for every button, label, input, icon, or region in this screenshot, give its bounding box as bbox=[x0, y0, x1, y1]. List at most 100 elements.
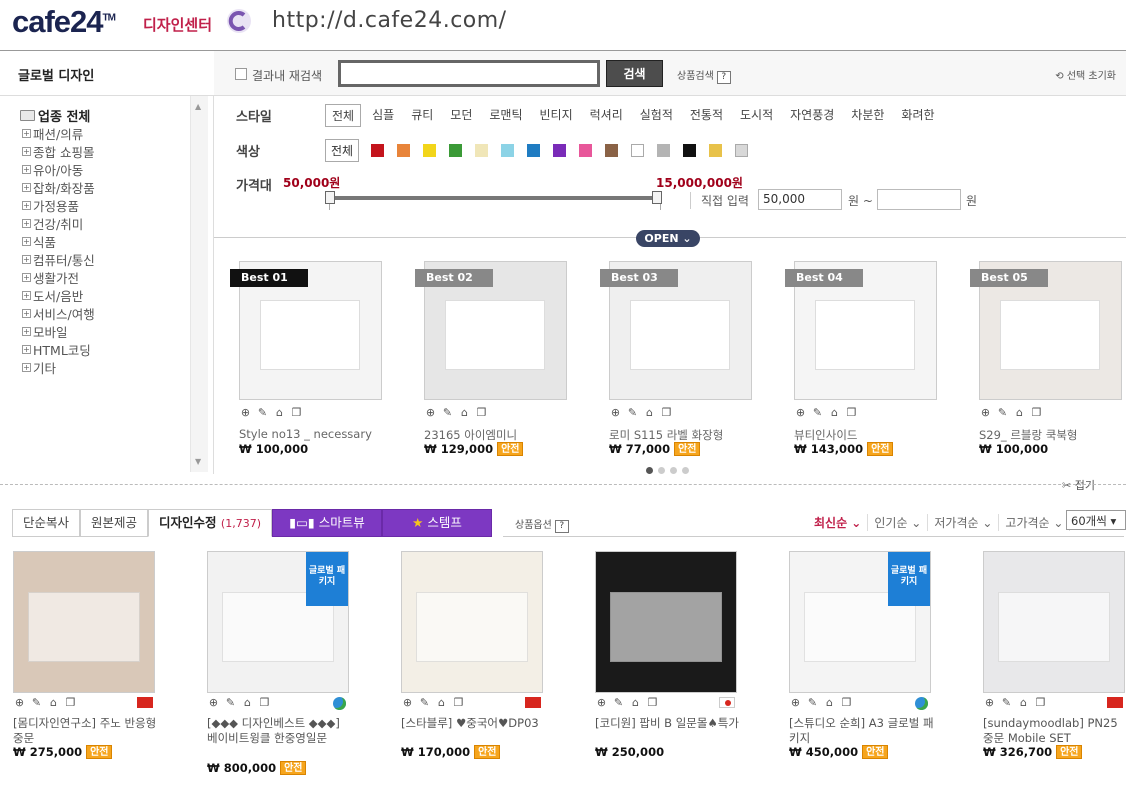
scroll-down-icon[interactable]: ▼ bbox=[195, 457, 201, 466]
color-swatch[interactable] bbox=[397, 144, 411, 157]
sort-option[interactable]: 최신순 ⌄ bbox=[808, 514, 869, 531]
copy-icon[interactable]: ❐ bbox=[1030, 407, 1043, 419]
color-swatch[interactable] bbox=[501, 144, 515, 157]
carousel-dot[interactable] bbox=[658, 467, 665, 474]
fold-button[interactable]: ✂ 접기 bbox=[1062, 477, 1095, 493]
expand-plus-icon[interactable]: + bbox=[22, 290, 31, 300]
color-swatch[interactable] bbox=[631, 144, 645, 157]
home-icon[interactable]: ⌂ bbox=[828, 407, 841, 419]
home-icon[interactable]: ⌂ bbox=[47, 697, 60, 709]
price-min-input[interactable]: 50,000 bbox=[758, 189, 842, 210]
home-icon[interactable]: ⌂ bbox=[458, 407, 471, 419]
product-thumbnail[interactable] bbox=[13, 551, 155, 693]
site-url[interactable]: http://d.cafe24.com/ bbox=[272, 8, 507, 33]
home-icon[interactable]: ⌂ bbox=[241, 697, 254, 709]
tab-original[interactable]: 원본제공 bbox=[80, 509, 149, 537]
category-item[interactable]: + 패션/의류 bbox=[22, 124, 190, 142]
style-option[interactable]: 실험적 bbox=[634, 104, 679, 127]
category-root[interactable]: 업종 전체 bbox=[20, 106, 190, 125]
sort-option[interactable]: 인기순 ⌄ bbox=[868, 514, 929, 531]
tab-simple-copy[interactable]: 단순복사 bbox=[12, 509, 81, 537]
zoom-icon[interactable]: ⊕ bbox=[789, 697, 802, 709]
category-item[interactable]: + 서비스/여행 bbox=[22, 304, 190, 322]
best-name[interactable]: 로미 S115 라벨 화장형 bbox=[609, 427, 723, 443]
price-max-input[interactable] bbox=[877, 189, 961, 210]
zoom-icon[interactable]: ⊕ bbox=[239, 407, 252, 419]
color-swatch[interactable] bbox=[423, 144, 437, 157]
help-icon[interactable]: ? bbox=[716, 71, 731, 84]
color-swatch[interactable] bbox=[683, 144, 697, 157]
expand-plus-icon[interactable]: + bbox=[22, 326, 31, 336]
style-option[interactable]: 빈티지 bbox=[534, 104, 579, 127]
category-item[interactable]: + 도서/음반 bbox=[22, 286, 190, 304]
color-swatch[interactable] bbox=[709, 144, 723, 157]
price-slider-max-handle[interactable] bbox=[652, 191, 662, 204]
carousel-dot[interactable] bbox=[670, 467, 677, 474]
home-icon[interactable]: ⌂ bbox=[823, 697, 836, 709]
copy-icon[interactable]: ❐ bbox=[452, 697, 465, 709]
product-thumbnail[interactable] bbox=[401, 551, 543, 693]
color-swatch[interactable] bbox=[605, 144, 619, 157]
copy-icon[interactable]: ❐ bbox=[660, 407, 673, 419]
best-name[interactable]: 23165 아이엠미니 bbox=[424, 427, 517, 443]
style-option[interactable]: 모던 bbox=[444, 104, 478, 127]
price-slider-track[interactable] bbox=[329, 196, 661, 200]
color-swatch[interactable] bbox=[475, 144, 489, 157]
edit-icon[interactable]: ✎ bbox=[626, 407, 639, 419]
style-option[interactable]: 전체 bbox=[325, 104, 362, 127]
category-item[interactable]: + 잡화/화장품 bbox=[22, 178, 190, 196]
zoom-icon[interactable]: ⊕ bbox=[424, 407, 437, 419]
color-swatch[interactable] bbox=[527, 144, 541, 157]
edit-icon[interactable]: ✎ bbox=[224, 697, 237, 709]
scroll-up-icon[interactable]: ▲ bbox=[195, 102, 201, 111]
expand-plus-icon[interactable]: + bbox=[22, 308, 31, 318]
copy-icon[interactable]: ❐ bbox=[1034, 697, 1047, 709]
zoom-icon[interactable]: ⊕ bbox=[207, 697, 220, 709]
category-item[interactable]: + 가정용품 bbox=[22, 196, 190, 214]
zoom-icon[interactable]: ⊕ bbox=[401, 697, 414, 709]
edit-icon[interactable]: ✎ bbox=[441, 407, 454, 419]
copy-icon[interactable]: ❐ bbox=[258, 697, 271, 709]
style-option[interactable]: 큐티 bbox=[405, 104, 439, 127]
copy-icon[interactable]: ❐ bbox=[840, 697, 853, 709]
tab-design-edit[interactable]: 디자인수정 (1,737) bbox=[148, 509, 272, 537]
zoom-icon[interactable]: ⊕ bbox=[13, 697, 26, 709]
style-option[interactable]: 자연풍경 bbox=[784, 104, 840, 127]
style-option[interactable]: 로맨틱 bbox=[483, 104, 528, 127]
best-name[interactable]: Style no13 _ necessary bbox=[239, 427, 372, 441]
home-icon[interactable]: ⌂ bbox=[1013, 407, 1026, 419]
carousel-dot[interactable] bbox=[646, 467, 653, 474]
zoom-icon[interactable]: ⊕ bbox=[595, 697, 608, 709]
expand-plus-icon[interactable]: + bbox=[22, 200, 31, 210]
color-swatch[interactable] bbox=[579, 144, 593, 157]
color-swatch[interactable] bbox=[449, 144, 463, 157]
product-name[interactable]: [sundaymoodlab] PN25 중문 Mobile SET bbox=[983, 716, 1126, 746]
edit-icon[interactable]: ✎ bbox=[811, 407, 824, 419]
expand-plus-icon[interactable]: + bbox=[22, 272, 31, 282]
best-name[interactable]: S29_ 르블랑 쿡북형 bbox=[979, 427, 1077, 443]
copy-icon[interactable]: ❐ bbox=[845, 407, 858, 419]
product-thumbnail[interactable]: 글로벌 패키지 bbox=[207, 551, 349, 693]
edit-icon[interactable]: ✎ bbox=[418, 697, 431, 709]
category-item[interactable]: + 컴퓨터/통신 bbox=[22, 250, 190, 268]
expand-plus-icon[interactable]: + bbox=[22, 362, 31, 372]
search-input[interactable] bbox=[338, 60, 600, 87]
search-button[interactable]: 검색 bbox=[606, 60, 663, 87]
carousel-dot[interactable] bbox=[682, 467, 689, 474]
zoom-icon[interactable]: ⊕ bbox=[794, 407, 807, 419]
home-icon[interactable]: ⌂ bbox=[643, 407, 656, 419]
zoom-icon[interactable]: ⊕ bbox=[979, 407, 992, 419]
category-item[interactable]: + 식품 bbox=[22, 232, 190, 250]
expand-plus-icon[interactable]: + bbox=[22, 218, 31, 228]
category-item[interactable]: + 유아/아동 bbox=[22, 160, 190, 178]
tab-smart-view[interactable]: ▮▭▮ 스마트뷰 bbox=[271, 509, 382, 537]
expand-plus-icon[interactable]: + bbox=[22, 236, 31, 246]
sort-option[interactable]: 저가격순 ⌄ bbox=[928, 514, 1000, 531]
style-option[interactable]: 전통적 bbox=[684, 104, 729, 127]
category-item[interactable]: + HTML코딩 bbox=[22, 340, 190, 358]
open-filters-button[interactable]: OPEN ⌄ bbox=[636, 230, 700, 247]
home-icon[interactable]: ⌂ bbox=[435, 697, 448, 709]
product-thumbnail[interactable]: 글로벌 패키지 bbox=[789, 551, 931, 693]
expand-plus-icon[interactable]: + bbox=[22, 344, 31, 354]
edit-icon[interactable]: ✎ bbox=[806, 697, 819, 709]
